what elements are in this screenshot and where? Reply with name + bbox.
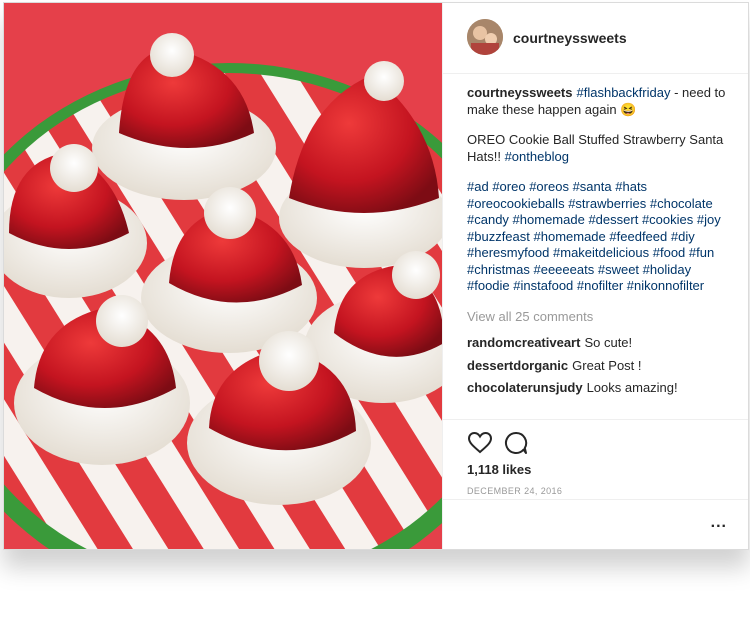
hashtag-link[interactable]: #oreos (529, 179, 569, 194)
likes-count[interactable]: 1,118 likes (467, 462, 531, 477)
avatar[interactable] (467, 19, 503, 55)
hashtag-link[interactable]: #dessert (588, 212, 638, 227)
comment-username[interactable]: chocolaterunsjudy (467, 380, 583, 395)
hashtag-link[interactable]: #santa (573, 179, 612, 194)
hashtag-link[interactable]: #joy (697, 212, 721, 227)
comment-username[interactable]: dessertdorganic (467, 358, 568, 373)
caption-text-2: OREO Cookie Ball Stuffed Strawberry Sant… (467, 132, 737, 165)
hashtag-link[interactable]: #heresmyfood (467, 245, 549, 260)
hashtag-link[interactable]: #strawberries (568, 196, 646, 211)
more-options-icon[interactable]: ... (711, 514, 727, 532)
hashtag-link[interactable]: #homemade (513, 212, 585, 227)
post-header: courtneyssweets (443, 3, 748, 74)
hashtag-link[interactable]: #foodie (467, 278, 510, 293)
post-caption: courtneyssweets #flashbackfriday - need t… (467, 85, 737, 295)
caption-line-1: courtneyssweets #flashbackfriday - need t… (467, 85, 737, 118)
heart-icon[interactable] (467, 430, 493, 456)
comment-row: dessertdorganic Great Post ! (467, 358, 737, 375)
hashtag-link[interactable]: #feedfeed (609, 229, 667, 244)
hashtag-link[interactable]: #christmas (467, 262, 530, 277)
hashtag-link[interactable]: #flashbackfriday (577, 85, 671, 100)
hashtag-link[interactable]: #oreo (492, 179, 525, 194)
comment-list: randomcreativeart So cute! dessertdorgani… (467, 335, 737, 397)
hashtag-link[interactable]: #homemade (534, 229, 606, 244)
hashtag-link[interactable]: #sweet (598, 262, 639, 277)
hashtag-link[interactable]: #chocolate (650, 196, 713, 211)
hashtag-link[interactable]: #buzzfeast (467, 229, 530, 244)
instagram-post-card: courtneyssweets courtneyssweets #flashbac… (3, 2, 749, 550)
comment-row: chocolaterunsjudy Looks amazing! (467, 380, 737, 397)
caption-username[interactable]: courtneyssweets (467, 85, 573, 100)
caption-hashtags: #ad #oreo #oreos #santa #hats #oreocooki… (467, 179, 737, 295)
post-sidebar: courtneyssweets courtneyssweets #flashbac… (442, 3, 748, 549)
hashtag-link[interactable]: #ad (467, 179, 489, 194)
hashtag-link[interactable]: #diy (671, 229, 695, 244)
post-footer: ... (443, 499, 748, 549)
hashtag-link[interactable]: #candy (467, 212, 509, 227)
hashtag-link[interactable]: #makeitdelicious (553, 245, 649, 260)
comment-username[interactable]: randomcreativeart (467, 335, 580, 350)
comment-text: So cute! (584, 335, 633, 350)
hashtag-link[interactable]: #hats (615, 179, 647, 194)
comment-icon[interactable] (503, 430, 529, 456)
hashtag-link[interactable]: #holiday (643, 262, 691, 277)
post-photo[interactable] (4, 3, 442, 549)
view-all-comments-link[interactable]: View all 25 comments (467, 309, 737, 326)
comment-text: Great Post ! (572, 357, 642, 373)
hashtag-link[interactable]: #nikonnofilter (627, 278, 704, 293)
hashtag-link[interactable]: #oreocookieballs (467, 196, 565, 211)
strawberry-santa-hats-image (4, 3, 442, 549)
header-username[interactable]: courtneyssweets (513, 30, 627, 46)
profile-photo-icon (467, 19, 503, 55)
hashtag-link[interactable]: #ontheblog (505, 149, 569, 164)
post-date: DECEMBER 24, 2016 (467, 486, 563, 496)
comment-row: randomcreativeart So cute! (467, 335, 737, 352)
hashtag-link[interactable]: #eeeeeats (533, 262, 594, 277)
hashtag-link[interactable]: #food (653, 245, 686, 260)
hashtag-link[interactable]: #nofilter (577, 278, 623, 293)
hashtag-link[interactable]: #fun (689, 245, 714, 260)
comment-text: Looks amazing! (586, 380, 678, 395)
comments-section: courtneyssweets #flashbackfriday - need t… (467, 85, 737, 417)
hashtag-link[interactable]: #cookies (642, 212, 693, 227)
hashtag-link[interactable]: #instafood (513, 278, 573, 293)
